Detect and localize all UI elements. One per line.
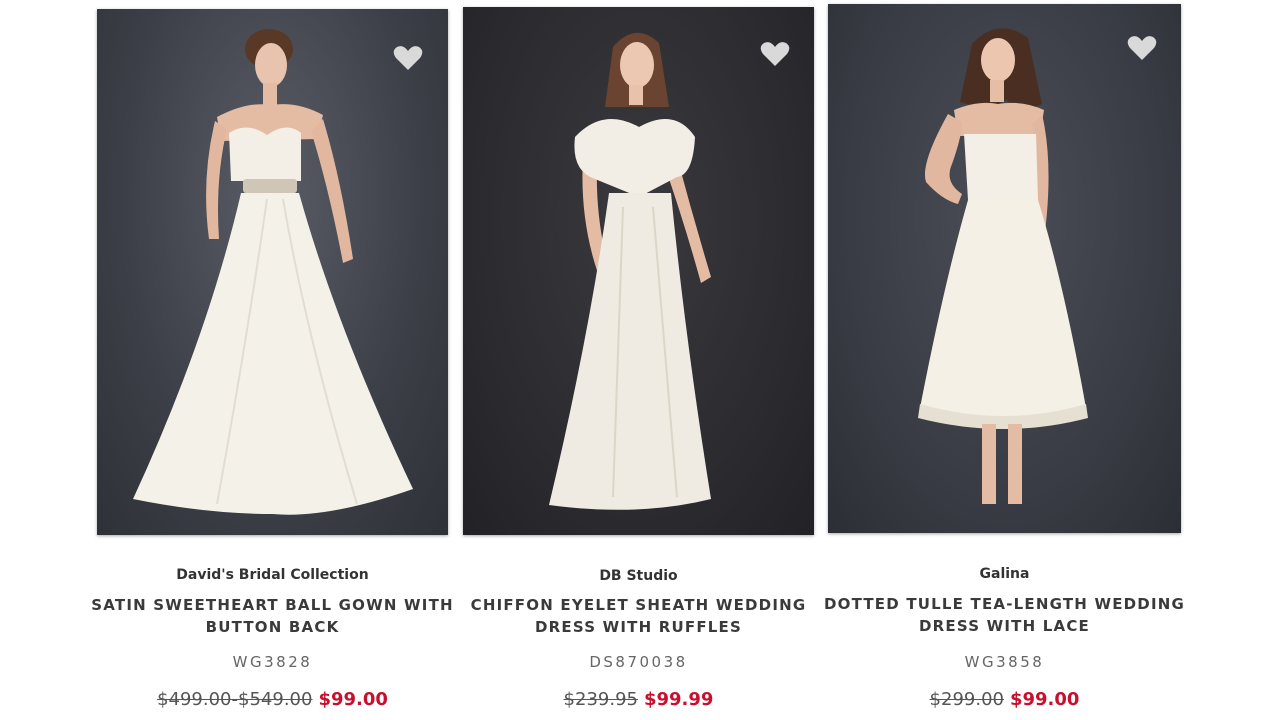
original-price: $239.95 (563, 689, 638, 710)
product-sku: WG3828 (232, 653, 313, 671)
product-image[interactable] (97, 9, 448, 535)
product-brand[interactable]: DB Studio (463, 568, 814, 584)
original-price: $499.00-$549.00 (157, 689, 313, 710)
product-prices: $299.00 $99.00 (828, 689, 1181, 710)
model-photo (133, 29, 413, 515)
product-sku: WG3858 (964, 653, 1045, 671)
product-sku: DS870038 (589, 653, 688, 671)
heart-icon[interactable] (393, 45, 423, 71)
model-photo (918, 28, 1088, 504)
heart-icon[interactable] (760, 41, 790, 67)
sale-price: $99.00 (1009, 689, 1080, 710)
product-prices: $239.95 $99.99 (463, 689, 814, 710)
heart-icon[interactable] (1127, 35, 1157, 61)
product-brand[interactable]: Galina (828, 566, 1181, 582)
model-photo (549, 32, 711, 510)
sale-price: $99.99 (643, 689, 714, 710)
product-brand[interactable]: David's Bridal Collection (97, 567, 448, 583)
sale-price: $99.00 (318, 689, 388, 710)
product-prices: $499.00-$549.00 $99.00 (97, 689, 448, 710)
original-price: $299.00 (929, 689, 1004, 710)
product-name[interactable]: DOTTED TULLE TEA-LENGTH WEDDING DRESS WI… (822, 593, 1187, 637)
product-name[interactable]: SATIN SWEETHEART BALL GOWN WITH BUTTON B… (91, 594, 454, 638)
product-image[interactable] (463, 7, 814, 535)
product-name[interactable]: CHIFFON EYELET SHEATH WEDDING DRESS WITH… (457, 594, 820, 638)
product-image[interactable] (828, 4, 1181, 533)
